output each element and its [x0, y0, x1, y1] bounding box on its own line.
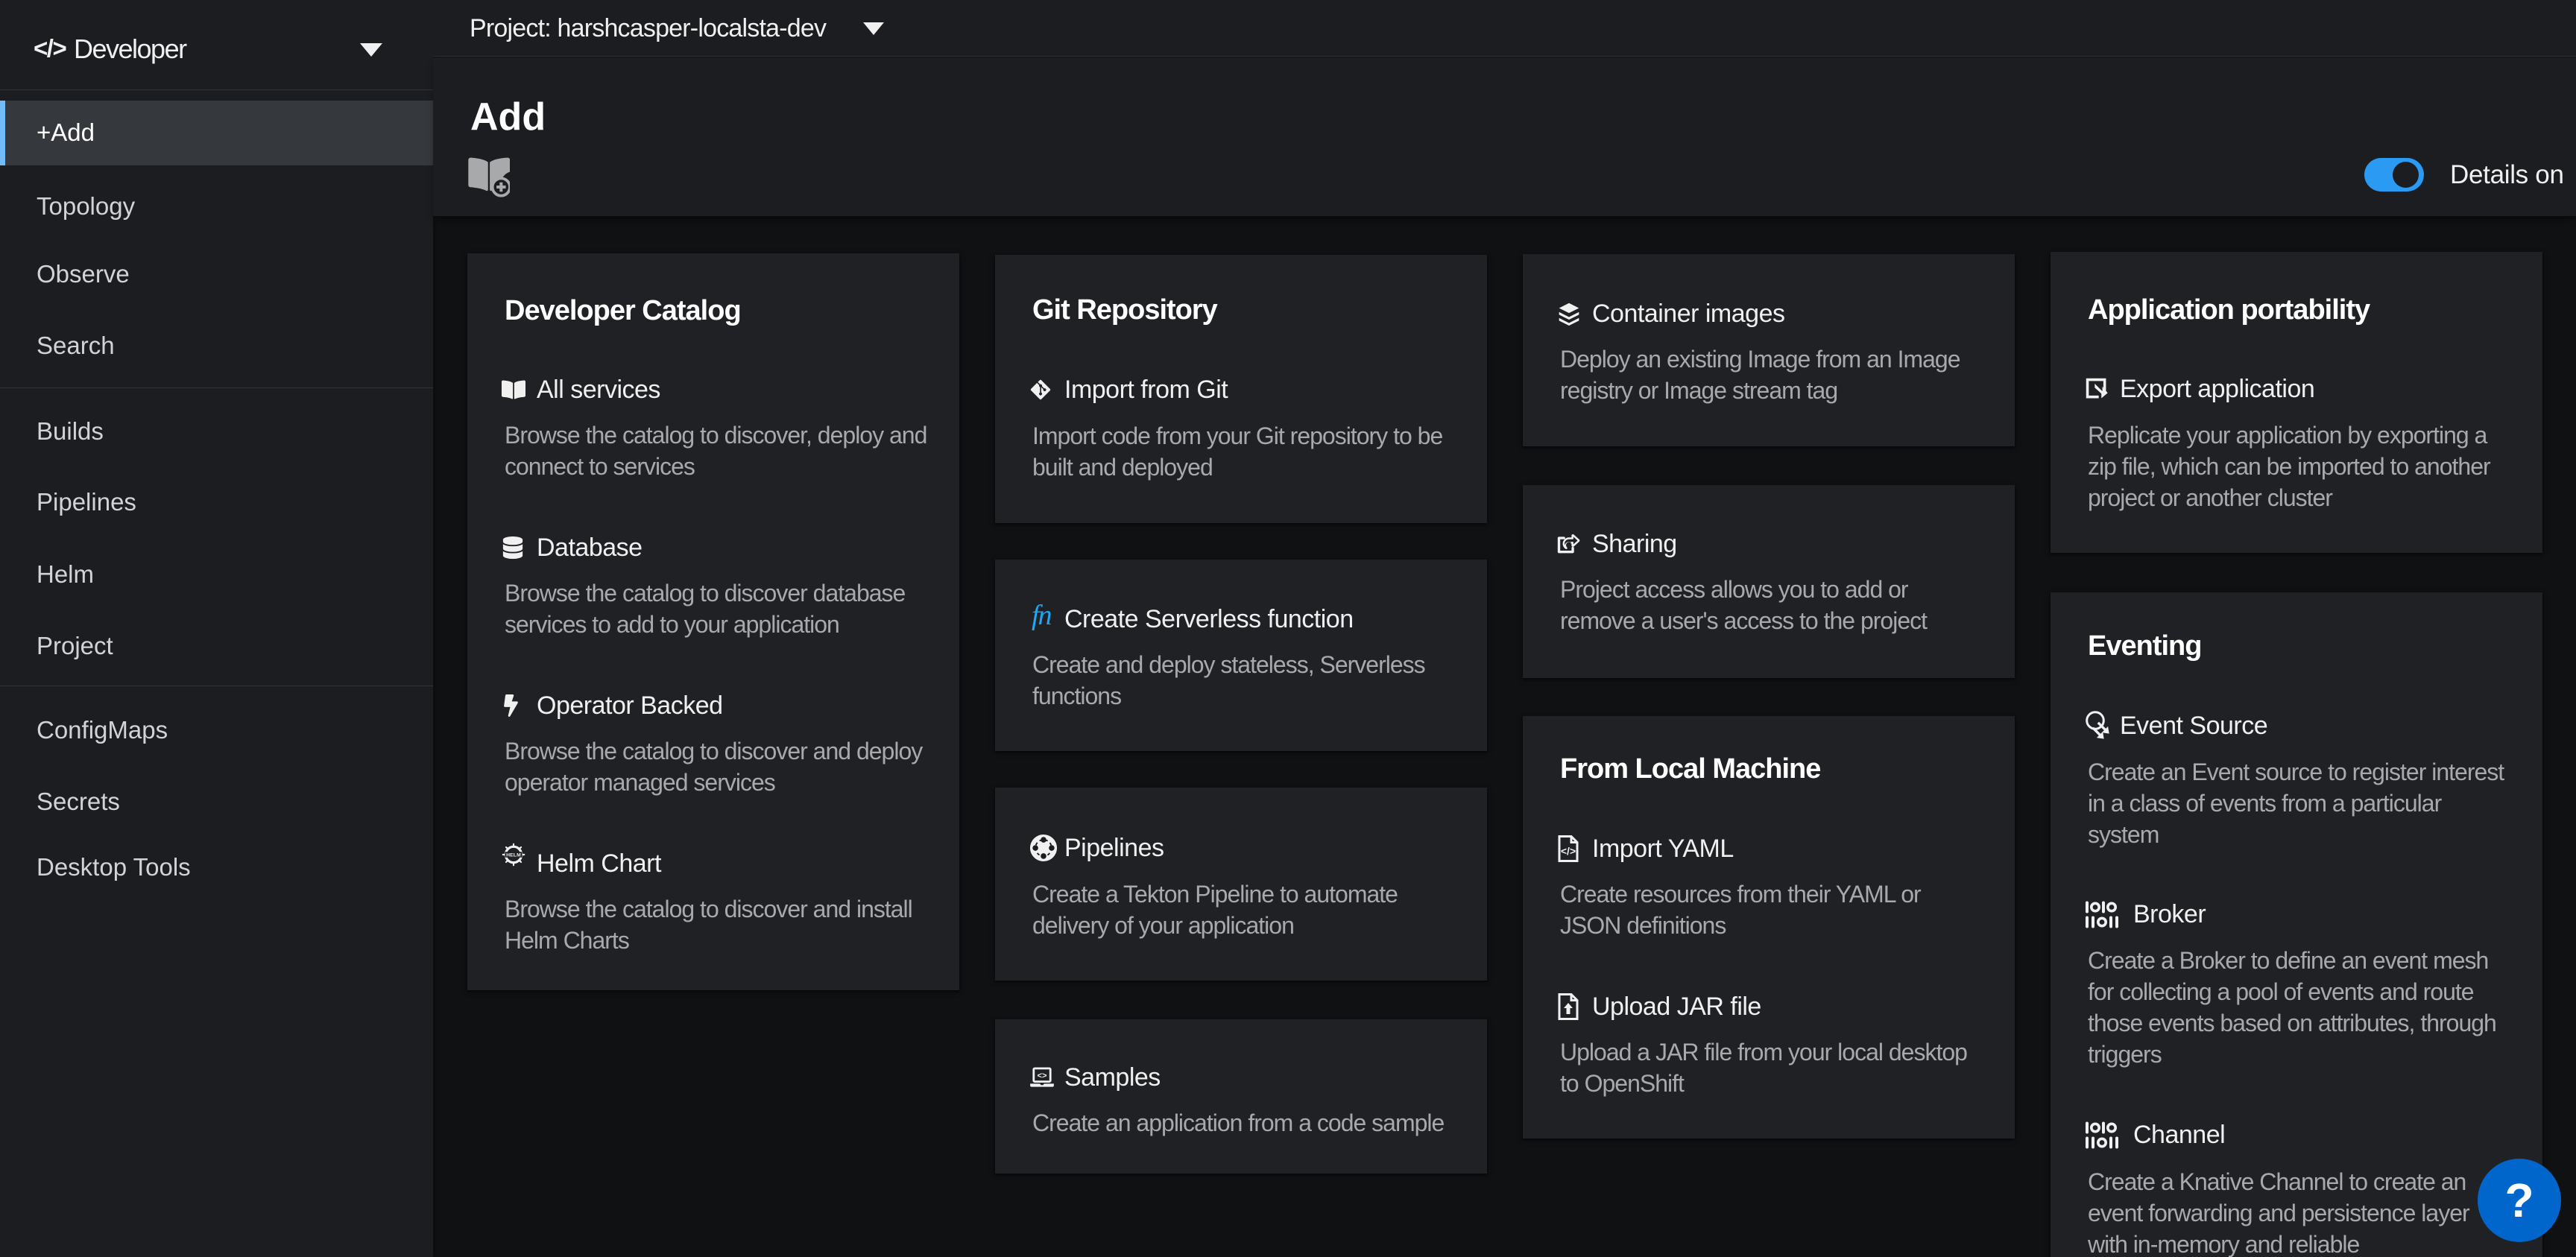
svg-text:</>: </>: [1561, 845, 1576, 857]
svg-text:HELM: HELM: [506, 852, 521, 858]
svg-text:<>: <>: [1037, 1071, 1047, 1080]
